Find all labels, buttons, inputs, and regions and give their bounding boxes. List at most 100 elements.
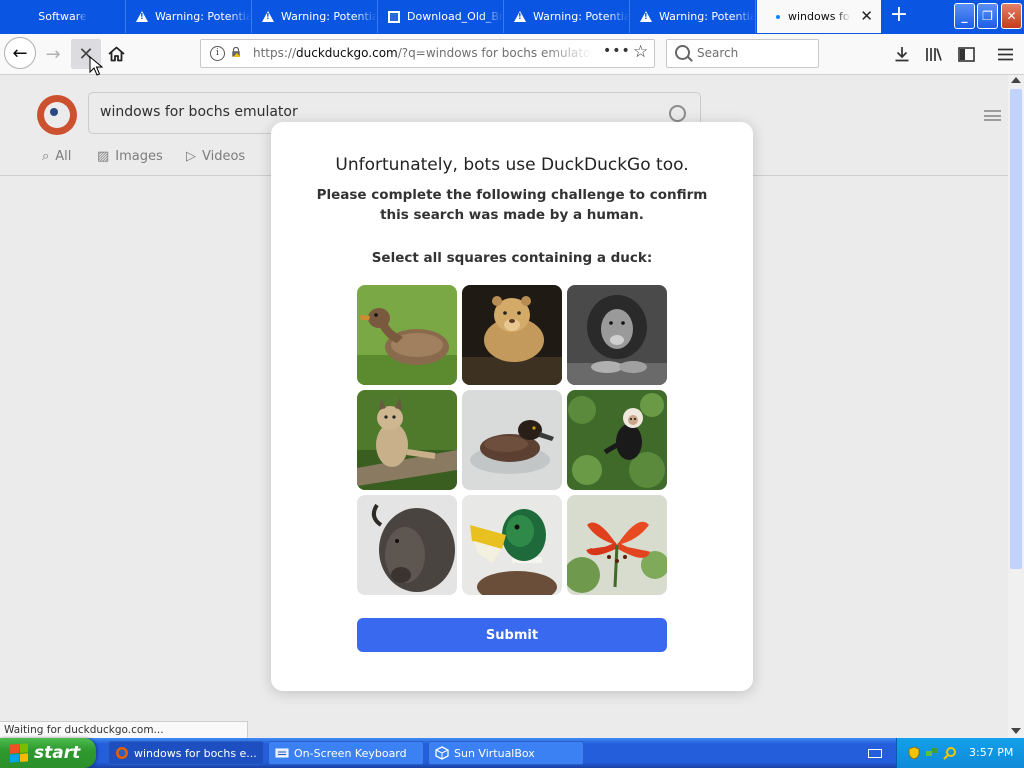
network-icon[interactable] — [925, 746, 939, 760]
flower-image — [567, 495, 667, 595]
challenge-image-duck[interactable] — [357, 285, 457, 385]
tab-label: Warning: Potential Security Risk Ahead — [155, 10, 251, 23]
tab-label: Software — [38, 10, 87, 23]
tab-label: windows for bochs emulator — [788, 10, 850, 23]
keyboard-layout-icon[interactable] — [868, 749, 882, 758]
challenge-image-duck[interactable] — [462, 390, 562, 490]
page-content: windows for bochs emulator ⌕ All ▨ Images … — [0, 75, 1008, 738]
duck-image — [357, 285, 457, 385]
tab-strip: Software Warning: Potential Security Ris… — [0, 0, 1024, 34]
url-scheme: https:// — [253, 46, 297, 60]
bookmark-star-icon[interactable]: ☆ — [633, 42, 648, 62]
lock-warning-icon[interactable] — [231, 47, 241, 57]
tab-software[interactable]: Software — [0, 0, 126, 33]
tab-warning-4[interactable]: Warning: Potential Security Risk Ahead — [630, 0, 756, 33]
modal-subtitle: Please complete the following challenge … — [316, 187, 708, 223]
minimize-button[interactable]: _ — [954, 3, 975, 29]
warning-icon — [136, 11, 148, 22]
clock[interactable]: 3:57 PM — [969, 746, 1013, 759]
bison-image — [357, 495, 457, 595]
taskbar-item-label: Sun VirtualBox — [454, 746, 535, 760]
library-button[interactable] — [922, 42, 946, 66]
download-icon — [895, 47, 909, 62]
tab-download-old-browsers[interactable]: Download_Old_Browsers — [378, 0, 504, 33]
taskbar-item-label: windows for bochs e... — [134, 746, 257, 760]
tab-warning-1[interactable]: Warning: Potential Security Risk Ahead — [126, 0, 252, 33]
security-shield-icon[interactable] — [907, 746, 921, 760]
tab-label: Warning: Potential Security Risk Ahead — [659, 10, 755, 23]
challenge-image-flower[interactable] — [567, 495, 667, 595]
restore-icon: ❐ — [982, 9, 993, 23]
mouse-cursor-icon — [89, 56, 103, 76]
warning-icon — [640, 11, 652, 22]
warning-icon — [262, 11, 274, 22]
scroll-down-arrow-icon[interactable] — [1011, 728, 1021, 734]
downloads-button[interactable] — [890, 42, 914, 66]
image-grid — [357, 285, 667, 595]
sidebar-icon — [957, 46, 975, 62]
firefox-icon — [116, 747, 128, 759]
status-bar: Waiting for duckduckgo.com... — [0, 721, 248, 738]
taskbar-item-virtualbox[interactable]: Sun VirtualBox — [428, 741, 584, 765]
challenge-image-lynx[interactable] — [357, 390, 457, 490]
page-icon — [388, 10, 400, 23]
forward-button[interactable]: → — [38, 39, 68, 69]
back-button[interactable]: ← — [4, 37, 36, 69]
sidebar-button[interactable] — [954, 42, 978, 66]
hamburger-icon — [997, 48, 1013, 60]
virtualbox-icon — [435, 746, 449, 760]
url-text[interactable]: https://duckduckgo.com/?q=windows for bo… — [253, 46, 593, 60]
window-close-button[interactable]: ✕ — [1001, 3, 1022, 29]
bot-challenge-modal: Unfortunately, bots use DuckDuckGo too. … — [271, 122, 753, 691]
taskbar-item-firefox[interactable]: windows for bochs e... — [108, 741, 264, 765]
taskbar-item-label: On-Screen Keyboard — [294, 746, 407, 760]
back-arrow-icon: ← — [12, 42, 28, 64]
challenge-image-monkey[interactable] — [567, 390, 667, 490]
url-path: /?q=windows for bochs emulator&t=ffab&ia… — [397, 46, 593, 60]
tab-active-ddg[interactable]: windows for bochs emulator ✕ — [757, 0, 881, 33]
new-tab-button[interactable]: + — [887, 4, 911, 28]
lion-image — [567, 285, 667, 385]
system-tray: 3:57 PM — [896, 738, 1024, 768]
page-actions-icon[interactable]: ••• — [603, 43, 631, 59]
minimize-icon: _ — [961, 9, 968, 23]
home-button[interactable] — [101, 39, 131, 69]
windows-taskbar: start windows for bochs e... On-Screen K… — [0, 738, 1024, 768]
challenge-image-bison[interactable] — [357, 495, 457, 595]
info-icon[interactable]: i — [210, 46, 225, 61]
duck-image — [462, 390, 562, 490]
search-bar[interactable]: Search — [666, 39, 819, 68]
start-button[interactable]: start — [0, 738, 96, 768]
url-domain: duckduckgo.com — [296, 46, 398, 60]
tab-label: Warning: Potential Security Risk Ahead — [281, 10, 377, 23]
loading-dot-icon — [776, 14, 780, 19]
submit-button[interactable]: Submit — [357, 618, 667, 652]
duck-image — [462, 495, 562, 595]
scroll-up-arrow-icon[interactable] — [1011, 77, 1021, 83]
library-icon — [926, 48, 942, 61]
search-placeholder: Search — [697, 46, 739, 60]
tab-label: Warning: Potential Security Risk Ahead — [533, 10, 629, 23]
forward-arrow-icon: → — [45, 43, 61, 65]
close-tab-icon[interactable]: ✕ — [860, 8, 873, 24]
vertical-scrollbar[interactable] — [1008, 75, 1024, 738]
modal-title: Unfortunately, bots use DuckDuckGo too. — [335, 155, 689, 175]
search-icon — [675, 45, 690, 60]
menu-button[interactable] — [993, 42, 1017, 66]
challenge-image-lion[interactable] — [567, 285, 667, 385]
search-tray-icon[interactable] — [943, 746, 957, 760]
tab-warning-3[interactable]: Warning: Potential Security Risk Ahead — [504, 0, 630, 33]
challenge-image-lioness[interactable] — [462, 285, 562, 385]
address-bar[interactable]: i https://duckduckgo.com/?q=windows for … — [200, 39, 655, 68]
challenge-instruction: Select all squares containing a duck: — [371, 250, 653, 266]
warning-icon — [514, 11, 526, 22]
challenge-image-duck[interactable] — [462, 495, 562, 595]
tab-warning-2[interactable]: Warning: Potential Security Risk Ahead — [252, 0, 378, 33]
scrollbar-thumb[interactable] — [1010, 89, 1022, 569]
home-icon — [107, 46, 125, 62]
windows-logo-icon — [10, 743, 28, 763]
keyboard-icon — [275, 748, 289, 758]
taskbar-item-osk[interactable]: On-Screen Keyboard — [268, 741, 424, 765]
restore-button[interactable]: ❐ — [977, 3, 998, 29]
lynx-image — [357, 390, 457, 490]
